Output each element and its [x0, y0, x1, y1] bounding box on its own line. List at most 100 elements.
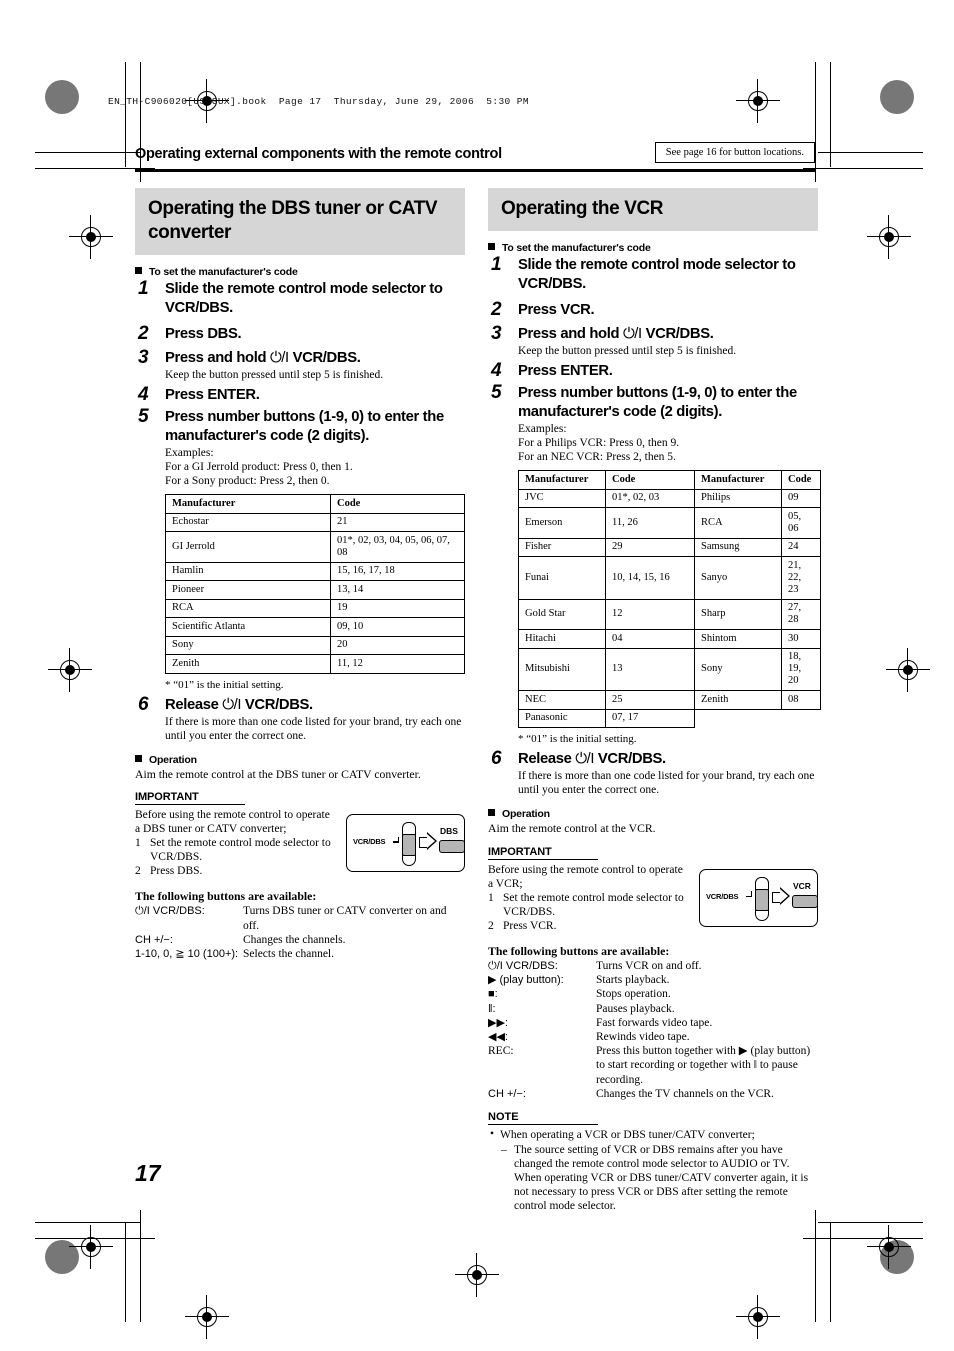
note-heading: NOTE	[488, 1110, 519, 1123]
column-header-manufacturer-2: Manufacturer	[694, 470, 782, 490]
subheading-operation-right: Operation	[488, 808, 818, 820]
step-title-post: VCR/DBS.	[641, 326, 714, 342]
step-number: 1	[138, 278, 149, 299]
step-3: 3 Press and hold ⏻/I VCR/DBS. Keep the b…	[135, 347, 465, 382]
example-line: For an NEC VCR: Press 2, then 5.	[518, 451, 676, 463]
step-subtext: If there is more than one code listed fo…	[165, 715, 462, 742]
subheading-set-code-right: To set the manufacturer's code	[488, 242, 818, 254]
column-header-manufacturer: Manufacturer	[518, 470, 606, 490]
section-heading-dbs: Operating the DBS tuner or CATV converte…	[135, 188, 465, 255]
diagram-button-icon	[792, 894, 818, 908]
cell-code: 01*, 02, 03, 04, 05, 06, 07, 08	[330, 531, 465, 563]
button-desc: Selects the channel.	[243, 948, 335, 960]
cell-code-2: 27, 28	[781, 598, 821, 630]
buttons-available-heading-left: The following buttons are available:	[135, 889, 317, 904]
table-row: Pioneer 13, 14	[165, 580, 465, 600]
item-number: 2	[488, 919, 494, 932]
item-text: Press VCR.	[503, 919, 557, 932]
cell-code: 19	[330, 598, 465, 618]
cell-code-2: 05, 06	[781, 507, 821, 539]
table-row: Sony 20	[165, 635, 465, 655]
bullet-dot-icon: •	[490, 1128, 495, 1141]
cell-code: 07, 17	[605, 708, 695, 728]
step-number: 4	[491, 360, 502, 381]
cell-manufacturer: Fisher	[518, 537, 606, 557]
cell-manufacturer: JVC	[518, 488, 606, 508]
cell-manufacturer: Pioneer	[165, 580, 331, 600]
table-row: NEC 25 Zenith 08	[518, 690, 821, 710]
button-key-pause: ‖:	[488, 1002, 496, 1015]
step-6: 6 Release ⏻/I VCR/DBS. If there is more …	[488, 748, 818, 797]
operation-body-left: Aim the remote control at the DBS tuner …	[135, 767, 421, 781]
diagram-leader-line	[397, 836, 399, 842]
table-row: Emerson 11, 26 RCA 05, 06	[518, 507, 821, 539]
step-number: 2	[138, 323, 149, 344]
step-title-post: VCR/DBS.	[241, 696, 313, 713]
step-title: Press ENTER.	[518, 363, 613, 379]
square-bullet-icon	[488, 243, 495, 250]
button-key-rec: REC:	[488, 1045, 514, 1058]
cell-code: 20	[330, 635, 465, 655]
cell-manufacturer: Mitsubishi	[518, 647, 606, 691]
cell-code-2: 24	[781, 537, 821, 557]
mode-selector-knob-icon	[402, 834, 416, 857]
item-number: 2	[135, 865, 141, 878]
cell-code-2: 09	[781, 488, 821, 508]
table-footnote: * “01” is the initial setting.	[165, 678, 284, 691]
vcr-code-table-body: Manufacturer Code Manufacturer Code JVC 0…	[518, 470, 821, 728]
item-text: Set the remote control mode selector to …	[503, 891, 684, 918]
cell-manufacturer: RCA	[165, 598, 331, 618]
cell-manufacturer-2: Sony	[694, 647, 782, 691]
buttons-available-heading-right: The following buttons are available:	[488, 943, 670, 958]
header-rule	[135, 169, 815, 172]
cell-code: 11, 12	[330, 654, 465, 674]
arrow-right-head-inner-icon	[427, 834, 435, 849]
button-key: 1-10, 0, ≧ 10 (100+):	[135, 948, 239, 960]
cell-manufacturer-2: Samsung	[694, 537, 782, 557]
cell-manufacturer: GI Jerrold	[165, 531, 331, 563]
column-header-manufacturer: Manufacturer	[165, 494, 331, 514]
arrow-right-head-inner-icon	[780, 888, 788, 903]
table-row: Funai 10, 14, 15, 16 Sanyo 21, 22, 23	[518, 556, 821, 600]
remote-selector-diagram-vcr: VCR/DBS VCR	[699, 868, 818, 927]
important-rule	[488, 858, 598, 860]
button-key: ⏻/I VCR/DBS:	[135, 905, 205, 918]
step-title-pre: Release	[165, 696, 223, 713]
table-row: Panasonic 07, 17	[518, 708, 821, 728]
important-block-right: Before using the remote control to opera…	[488, 863, 818, 933]
column-header-code: Code	[605, 470, 695, 490]
cell-code: 13	[605, 647, 695, 691]
important-heading-left: IMPORTANT	[135, 791, 199, 803]
diagram-button-label: VCR	[793, 880, 811, 891]
table-row: Zenith 11, 12	[165, 654, 465, 674]
cell-manufacturer-2: Sanyo	[694, 556, 782, 600]
power-standby-icon: ⏻/I	[222, 696, 242, 713]
step-number: 3	[138, 347, 149, 368]
page-number: 17	[135, 1160, 161, 1186]
step-number: 1	[491, 254, 502, 275]
table-row: Hitachi 04 Shintom 30	[518, 629, 821, 649]
step-title: Press and hold ⏻/I VCR/DBS.	[518, 325, 818, 344]
step-title: Slide the remote control mode selector t…	[518, 257, 796, 292]
subheading-label: To set the manufacturer's code	[502, 242, 651, 254]
subheading-operation-left: Operation	[135, 754, 465, 766]
cell-manufacturer: Hitachi	[518, 629, 606, 649]
cell-manufacturer: Zenith	[165, 654, 331, 674]
step-title: Press number buttons (1-9, 0) to enter t…	[165, 409, 444, 444]
step-title-pre: Press and hold	[518, 326, 623, 342]
mode-selector-knob-icon	[755, 888, 769, 911]
table-row: Fisher 29 Samsung 24	[518, 537, 821, 557]
square-bullet-icon	[135, 267, 142, 274]
cell-manufacturer: Scientific Atlanta	[165, 617, 331, 637]
step-title: Release ⏻/I VCR/DBS.	[518, 750, 818, 769]
subheading-label: Operation	[149, 753, 197, 766]
step-4: 4 Press ENTER.	[135, 384, 465, 405]
step-1: 1 Slide the remote control mode selector…	[135, 278, 465, 318]
table-header-row: Manufacturer Code	[165, 494, 465, 514]
important-heading-right: IMPORTANT	[488, 845, 552, 858]
table-footnote: * “01” is the initial setting.	[518, 733, 637, 745]
examples-label: Examples:	[518, 423, 567, 435]
cell-code: 12	[605, 598, 695, 630]
button-key-channel: CH +/−:	[488, 1087, 526, 1100]
step-title: Press DBS.	[165, 326, 242, 342]
